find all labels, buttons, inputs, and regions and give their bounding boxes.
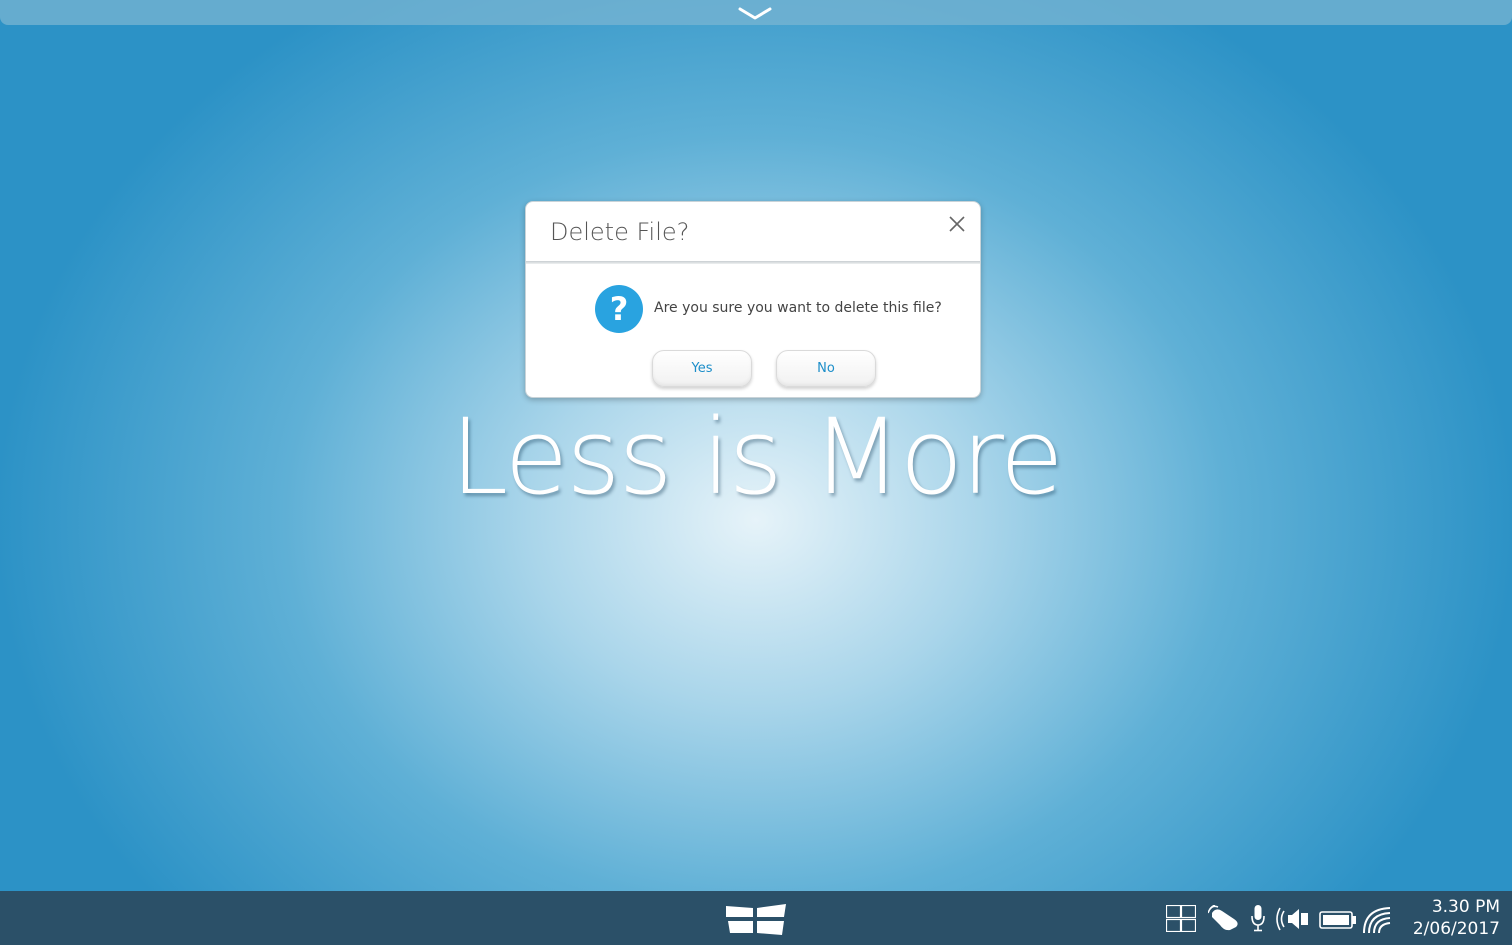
task-view-icon[interactable] (1166, 905, 1196, 932)
taskbar: 3.30 PM 2/06/2017 (0, 891, 1512, 945)
wifi-icon[interactable] (1362, 905, 1392, 934)
system-clock[interactable]: 3.30 PM 2/06/2017 (1413, 896, 1500, 940)
microphone-icon[interactable] (1251, 905, 1265, 932)
chevron-down-icon[interactable] (737, 4, 773, 22)
svg-text:?: ? (610, 290, 629, 328)
dialog-divider (526, 261, 980, 264)
delete-file-dialog: Delete File? ? Are you sure you want to … (525, 201, 981, 398)
dialog-message: Are you sure you want to delete this fil… (654, 300, 942, 316)
speaker-icon[interactable] (1276, 905, 1310, 933)
no-button[interactable]: No (776, 350, 876, 387)
top-pull-down-bar[interactable] (0, 0, 1512, 25)
dialog-title: Delete File? (550, 218, 690, 246)
close-icon[interactable] (946, 213, 968, 235)
start-icon[interactable] (724, 902, 788, 936)
clock-time: 3.30 PM (1431, 897, 1500, 917)
yes-button[interactable]: Yes (652, 350, 752, 387)
battery-icon (1319, 911, 1356, 929)
wallpaper-slogan: Less is More (450, 396, 1063, 518)
touch-icon[interactable] (1208, 905, 1242, 931)
clock-date: 2/06/2017 (1412, 919, 1500, 939)
question-icon: ? (595, 285, 643, 333)
